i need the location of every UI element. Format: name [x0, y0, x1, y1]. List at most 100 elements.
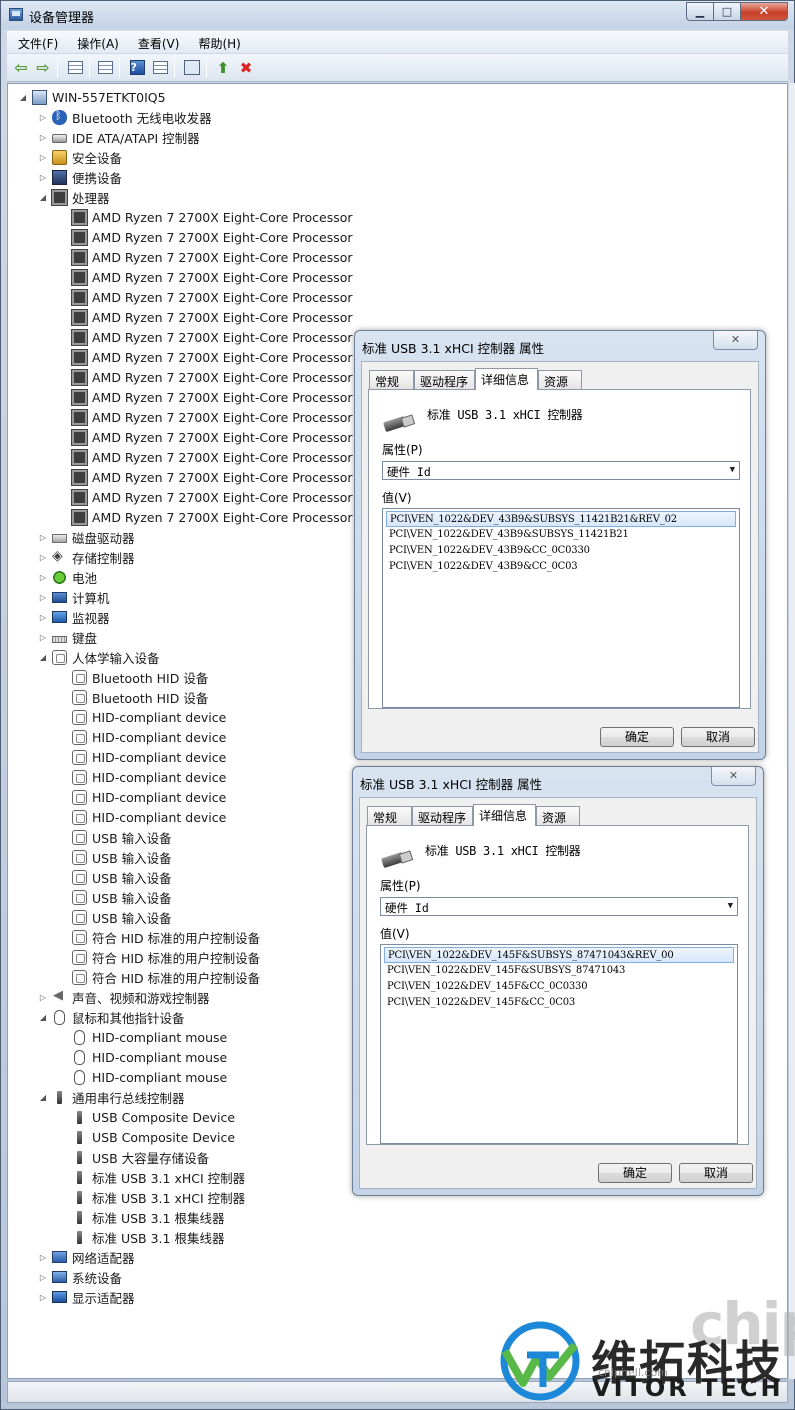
expand-arrow-icon[interactable]: ▷ — [38, 1253, 48, 1262]
tree-device[interactable]: 符合 HID 标准的用户控制设备 — [58, 967, 260, 987]
property-dropdown[interactable]: 硬件 Id ▼ — [382, 461, 740, 480]
tree-device[interactable]: HID-compliant device — [58, 727, 226, 747]
menu-view[interactable]: 查看(V) — [127, 32, 188, 53]
expand-arrow-icon[interactable]: ▷ — [38, 553, 48, 562]
tree-device[interactable]: AMD Ryzen 7 2700X Eight-Core Processor — [58, 247, 353, 267]
ok-button[interactable]: 确定 — [600, 727, 674, 747]
back-arrow-icon[interactable]: ⇦ — [12, 58, 30, 77]
list-item[interactable]: PCI\VEN_1022&DEV_43B9&CC_0C03 — [386, 559, 736, 575]
chevron-down-icon[interactable]: ▼ — [730, 465, 735, 475]
tree-device[interactable]: AMD Ryzen 7 2700X Eight-Core Processor — [58, 267, 353, 287]
tree-category[interactable]: ▷ 系统设备 — [38, 1267, 122, 1287]
menu-file[interactable]: 文件(F) — [7, 32, 66, 53]
collapse-arrow-icon[interactable]: ◢ — [38, 1093, 48, 1102]
tree-device[interactable]: USB 输入设备 — [58, 887, 172, 907]
list-item[interactable]: PCI\VEN_1022&DEV_145F&SUBSYS_87471043 — [384, 963, 734, 979]
tree-device[interactable]: AMD Ryzen 7 2700X Eight-Core Processor — [58, 507, 353, 527]
tree-device[interactable]: AMD Ryzen 7 2700X Eight-Core Processor — [58, 287, 353, 307]
tree-device[interactable]: Bluetooth HID 设备 — [58, 667, 208, 687]
vertical-scrollbar[interactable] — [789, 83, 795, 1379]
tree-device[interactable]: USB 输入设备 — [58, 907, 172, 927]
tab-driver[interactable]: 驱动程序 — [414, 370, 475, 389]
collapse-arrow-icon[interactable]: ◢ — [38, 1013, 48, 1022]
tree-device[interactable]: AMD Ryzen 7 2700X Eight-Core Processor — [58, 367, 353, 387]
update-driver-icon[interactable]: ⬆ — [214, 59, 232, 77]
expand-arrow-icon[interactable]: ▷ — [38, 633, 48, 642]
expand-arrow-icon[interactable]: ▷ — [38, 993, 48, 1002]
dialog-close-button[interactable]: ✕ — [711, 767, 756, 786]
cancel-button[interactable]: 取消 — [681, 727, 755, 747]
expand-arrow-icon[interactable]: ▷ — [38, 1273, 48, 1282]
tree-device[interactable]: HID-compliant device — [58, 807, 226, 827]
tree-device[interactable]: AMD Ryzen 7 2700X Eight-Core Processor — [58, 467, 353, 487]
tree-root[interactable]: ◢ WIN-557ETKT0IQ5 — [18, 87, 166, 107]
value-list[interactable]: PCI\VEN_1022&DEV_43B9&SUBSYS_11421B21&RE… — [382, 508, 740, 708]
details-view-icon[interactable] — [151, 59, 169, 76]
tree-category[interactable]: ◢ 鼠标和其他指针设备 — [38, 1007, 185, 1027]
properties-icon[interactable] — [96, 59, 114, 76]
tree-device[interactable]: 符合 HID 标准的用户控制设备 — [58, 927, 260, 947]
tree-device[interactable]: AMD Ryzen 7 2700X Eight-Core Processor — [58, 227, 353, 247]
property-dropdown[interactable]: 硬件 Id ▼ — [380, 897, 738, 916]
tree-category[interactable]: ▷ 存储控制器 — [38, 547, 135, 567]
menu-action[interactable]: 操作(A) — [66, 32, 127, 53]
tree-category[interactable]: ◢ 处理器 — [38, 187, 110, 207]
tree-device[interactable]: AMD Ryzen 7 2700X Eight-Core Processor — [58, 347, 353, 367]
tree-device[interactable]: AMD Ryzen 7 2700X Eight-Core Processor — [58, 407, 353, 427]
tab-general[interactable]: 常规 — [369, 370, 414, 389]
value-list[interactable]: PCI\VEN_1022&DEV_145F&SUBSYS_87471043&RE… — [380, 944, 738, 1144]
expand-arrow-icon[interactable]: ▷ — [38, 113, 48, 122]
expand-arrow-icon[interactable]: ▷ — [38, 1293, 48, 1302]
collapse-arrow-icon[interactable]: ◢ — [38, 653, 48, 662]
tree-device[interactable]: HID-compliant mouse — [58, 1067, 227, 1087]
show-hide-tree-icon[interactable] — [66, 59, 84, 76]
tree-category[interactable]: ▷ 声音、视频和游戏控制器 — [38, 987, 210, 1007]
tree-category[interactable]: ◢ 人体学输入设备 — [38, 647, 160, 667]
tree-device[interactable]: USB 输入设备 — [58, 847, 172, 867]
tree-device[interactable]: AMD Ryzen 7 2700X Eight-Core Processor — [58, 327, 353, 347]
list-item[interactable]: PCI\VEN_1022&DEV_43B9&SUBSYS_11421B21 — [386, 527, 736, 543]
tree-device[interactable]: AMD Ryzen 7 2700X Eight-Core Processor — [58, 387, 353, 407]
list-item[interactable]: PCI\VEN_1022&DEV_145F&CC_0C0330 — [384, 979, 734, 995]
tree-device[interactable]: AMD Ryzen 7 2700X Eight-Core Processor — [58, 447, 353, 467]
tree-device[interactable]: HID-compliant device — [58, 747, 226, 767]
expand-arrow-icon[interactable]: ▷ — [38, 573, 48, 582]
tab-resources[interactable]: 资源 — [538, 370, 582, 389]
tab-general[interactable]: 常规 — [367, 806, 412, 825]
tab-details[interactable]: 详细信息 — [473, 804, 536, 826]
uninstall-icon[interactable]: ✖ — [237, 59, 255, 77]
tree-category[interactable]: ▷ 电池 — [38, 567, 97, 587]
maximize-button[interactable]: □ — [714, 2, 741, 21]
chevron-down-icon[interactable]: ▼ — [728, 901, 733, 911]
tree-device[interactable]: USB 输入设备 — [58, 867, 172, 887]
tab-details[interactable]: 详细信息 — [475, 368, 538, 390]
tree-category[interactable]: ▷ 便携设备 — [38, 167, 122, 187]
collapse-arrow-icon[interactable]: ◢ — [18, 93, 28, 102]
menu-help[interactable]: 帮助(H) — [187, 32, 248, 53]
tree-device[interactable]: USB 输入设备 — [58, 827, 172, 847]
list-item[interactable]: PCI\VEN_1022&DEV_43B9&CC_0C0330 — [386, 543, 736, 559]
tree-device[interactable]: 标准 USB 3.1 根集线器 — [58, 1227, 224, 1247]
tree-device[interactable]: USB Composite Device — [58, 1107, 235, 1127]
tree-category[interactable]: ▷ 显示适配器 — [38, 1287, 135, 1307]
tree-device[interactable]: HID-compliant device — [58, 707, 226, 727]
collapse-arrow-icon[interactable]: ◢ — [38, 193, 48, 202]
tree-device[interactable]: AMD Ryzen 7 2700X Eight-Core Processor — [58, 427, 353, 447]
scan-hardware-icon[interactable] — [183, 59, 201, 76]
list-item[interactable]: PCI\VEN_1022&DEV_43B9&SUBSYS_11421B21&RE… — [386, 511, 736, 527]
tree-device[interactable]: HID-compliant device — [58, 787, 226, 807]
expand-arrow-icon[interactable]: ▷ — [38, 593, 48, 602]
tree-device[interactable]: USB Composite Device — [58, 1127, 235, 1147]
tree-device[interactable]: 符合 HID 标准的用户控制设备 — [58, 947, 260, 967]
expand-arrow-icon[interactable]: ▷ — [38, 173, 48, 182]
tree-device[interactable]: AMD Ryzen 7 2700X Eight-Core Processor — [58, 487, 353, 507]
tree-category[interactable]: ◢ 通用串行总线控制器 — [38, 1087, 185, 1107]
minimize-button[interactable]: ▁ — [686, 2, 714, 21]
tree-category[interactable]: ▷ IDE ATA/ATAPI 控制器 — [38, 127, 200, 147]
tree-device[interactable]: 标准 USB 3.1 xHCI 控制器 — [58, 1187, 245, 1207]
title-bar[interactable]: 设备管理器 ▁ □ ✕ — [1, 1, 794, 29]
expand-arrow-icon[interactable]: ▷ — [38, 153, 48, 162]
tree-device[interactable]: AMD Ryzen 7 2700X Eight-Core Processor — [58, 207, 353, 227]
tree-category[interactable]: ▷ 键盘 — [38, 627, 97, 647]
close-button[interactable]: ✕ — [741, 2, 788, 21]
